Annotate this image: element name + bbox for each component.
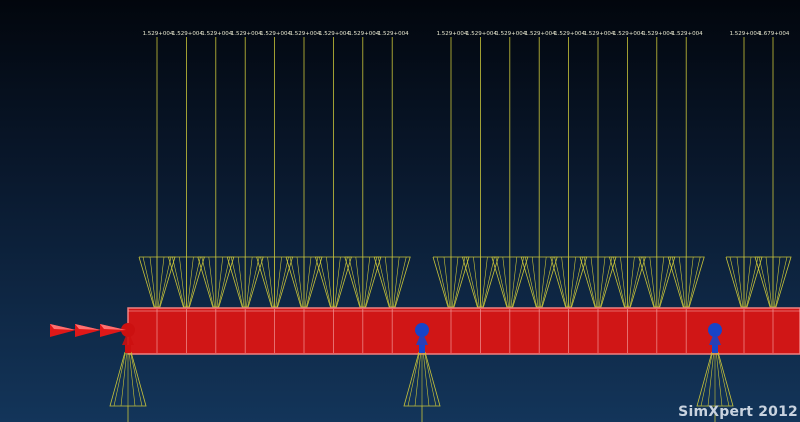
force-magnitude-label: 1.679+004 (759, 31, 790, 37)
force-magnitude-label: 1.529+004 (143, 31, 174, 37)
constraint-base-icon (125, 345, 131, 353)
force-magnitude-label: 1.529+004 (437, 31, 468, 37)
force-magnitude-label: 1.529+004 (525, 31, 556, 37)
force-magnitude-label: 1.529+004 (613, 31, 644, 37)
constraint-base-icon (712, 345, 718, 353)
force-magnitude-label: 1.529+004 (378, 31, 409, 37)
force-arrow-icon (50, 324, 76, 337)
force-magnitude-label: 1.529+004 (554, 31, 585, 37)
force-magnitude-label: 1.529+004 (260, 31, 291, 37)
force-magnitude-label: 1.529+004 (348, 31, 379, 37)
applied-force-arrows (50, 324, 126, 337)
constraint-base-icon (419, 345, 425, 353)
force-magnitude-label: 1.529+004 (584, 31, 615, 37)
fem-scene: 1.529+0041.529+0041.529+0041.529+0041.52… (50, 31, 800, 422)
force-magnitude-label: 1.529+004 (730, 31, 761, 37)
force-magnitude-label: 1.529+004 (319, 31, 350, 37)
force-magnitude-label: 1.529+004 (231, 31, 262, 37)
graphics-viewport[interactable]: 1.529+004 1.529+004 1.529+004 1.529+004 1.52… (0, 0, 800, 422)
force-arrow-icon (75, 324, 101, 337)
force-arrow-icon (100, 324, 126, 337)
force-magnitude-label: 1.529+004 (290, 31, 321, 37)
app-watermark: SimXpert 2012 (678, 404, 798, 420)
beam-element[interactable] (127, 307, 800, 355)
beam-layer (127, 307, 800, 355)
force-magnitude-label: 1.529+004 (672, 31, 703, 37)
force-magnitude-label: 1.529+004 (466, 31, 497, 37)
force-magnitude-label: 1.529+004 (172, 31, 203, 37)
force-magnitude-label: 1.529+004 (642, 31, 673, 37)
force-magnitude-label: 1.529+004 (495, 31, 526, 37)
force-magnitude-label: 1.529+004 (201, 31, 232, 37)
load-layer: 1.529+0041.529+0041.529+0041.529+0041.52… (138, 31, 792, 326)
